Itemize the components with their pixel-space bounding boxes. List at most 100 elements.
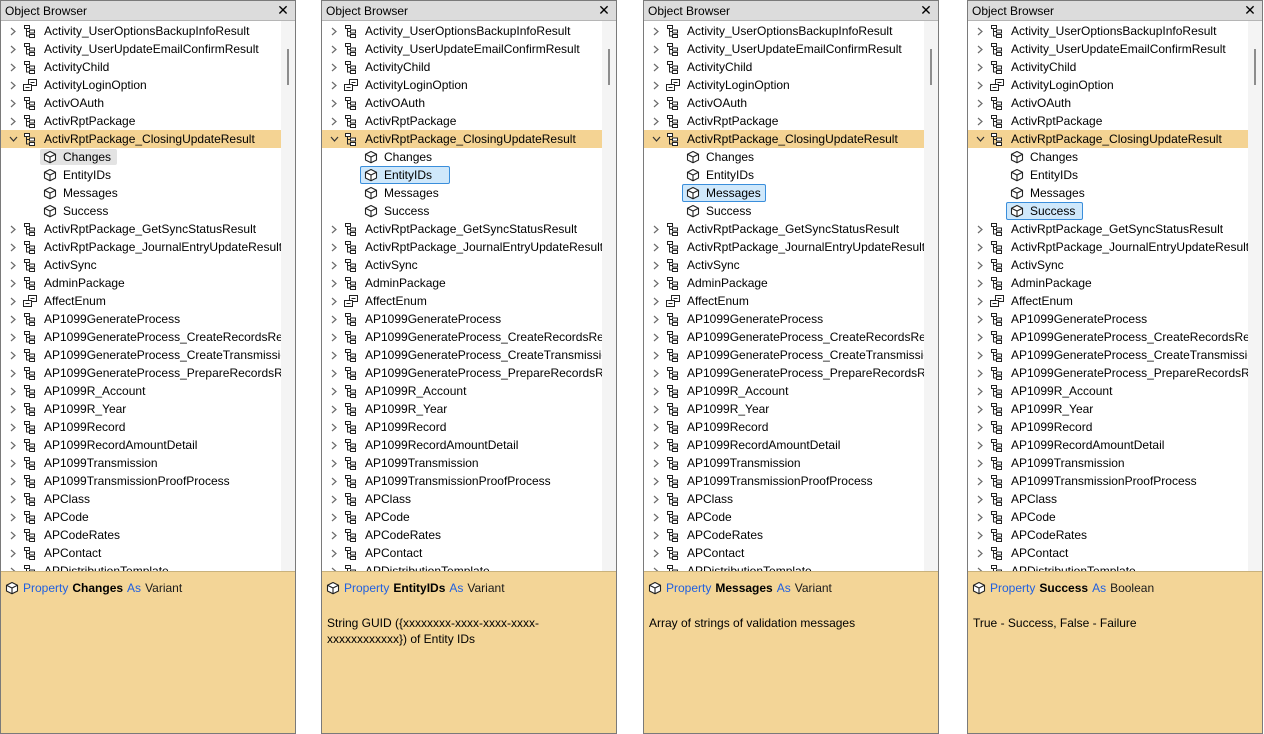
chevron-right-icon[interactable] <box>7 544 19 562</box>
chevron-right-icon[interactable] <box>974 544 986 562</box>
chevron-right-icon[interactable] <box>7 346 19 364</box>
tree-item[interactable]: AP1099R_Account <box>968 382 1248 400</box>
chevron-right-icon[interactable] <box>7 58 19 76</box>
tree-item[interactable]: ActivRptPackage_ClosingUpdateResult <box>644 130 924 148</box>
tree-child-item[interactable]: Success <box>644 202 924 220</box>
chevron-right-icon[interactable] <box>650 472 662 490</box>
tree-item[interactable]: AP1099Record <box>644 418 924 436</box>
chevron-right-icon[interactable] <box>974 292 986 310</box>
vertical-scrollbar[interactable] <box>602 21 616 571</box>
chevron-right-icon[interactable] <box>974 490 986 508</box>
tree-item[interactable]: AP1099TransmissionProofProcess <box>322 472 602 490</box>
tree-item[interactable]: ActivRptPackage_GetSyncStatusResult <box>1 220 281 238</box>
tree-item[interactable]: APDistributionTemplate <box>644 562 924 571</box>
chevron-right-icon[interactable] <box>650 292 662 310</box>
chevron-right-icon[interactable] <box>7 400 19 418</box>
chevron-right-icon[interactable] <box>328 274 340 292</box>
chevron-right-icon[interactable] <box>974 472 986 490</box>
tree-child-item[interactable]: Changes <box>644 148 924 166</box>
tree-item[interactable]: APClass <box>1 490 281 508</box>
chevron-right-icon[interactable] <box>7 364 19 382</box>
tree-item[interactable]: AP1099R_Account <box>322 382 602 400</box>
chevron-right-icon[interactable] <box>328 544 340 562</box>
object-tree[interactable]: Activity_UserOptionsBackupInfoResult Acti… <box>968 21 1248 571</box>
tree-item[interactable]: ActivSync <box>644 256 924 274</box>
chevron-right-icon[interactable] <box>650 328 662 346</box>
tree-item[interactable]: AdminPackage <box>968 274 1248 292</box>
tree-item[interactable]: AP1099Transmission <box>968 454 1248 472</box>
chevron-right-icon[interactable] <box>974 310 986 328</box>
tree-item[interactable]: APClass <box>322 490 602 508</box>
chevron-right-icon[interactable] <box>7 382 19 400</box>
chevron-right-icon[interactable] <box>974 112 986 130</box>
chevron-right-icon[interactable] <box>328 76 340 94</box>
scrollbar-thumb[interactable] <box>608 48 610 85</box>
chevron-right-icon[interactable] <box>7 526 19 544</box>
chevron-right-icon[interactable] <box>328 22 340 40</box>
tree-child-item[interactable]: Success <box>1 202 281 220</box>
tree-item[interactable]: ActivRptPackage <box>644 112 924 130</box>
chevron-right-icon[interactable] <box>974 274 986 292</box>
chevron-right-icon[interactable] <box>650 274 662 292</box>
chevron-right-icon[interactable] <box>650 526 662 544</box>
tree-item[interactable]: AP1099R_Account <box>644 382 924 400</box>
tree-item[interactable]: APContact <box>968 544 1248 562</box>
chevron-right-icon[interactable] <box>7 310 19 328</box>
chevron-right-icon[interactable] <box>328 454 340 472</box>
tree-item[interactable]: ActivOAuth <box>1 94 281 112</box>
chevron-right-icon[interactable] <box>974 382 986 400</box>
tree-item[interactable]: ActivityLoginOption <box>968 76 1248 94</box>
chevron-down-icon[interactable] <box>650 130 662 148</box>
close-button[interactable]: ✕ <box>919 2 933 18</box>
tree-item[interactable]: AdminPackage <box>1 274 281 292</box>
tree-item[interactable]: AP1099GenerateProcess <box>644 310 924 328</box>
tree-item[interactable]: ActivRptPackage <box>322 112 602 130</box>
chevron-right-icon[interactable] <box>7 112 19 130</box>
tree-item[interactable]: AP1099GenerateProcess_PrepareRecordsResu… <box>644 364 924 382</box>
tree-item[interactable]: APDistributionTemplate <box>1 562 281 571</box>
tree-item[interactable]: Activity_UserOptionsBackupInfoResult <box>1 22 281 40</box>
close-button[interactable]: ✕ <box>1243 2 1257 18</box>
chevron-right-icon[interactable] <box>328 400 340 418</box>
tree-item[interactable]: AdminPackage <box>322 274 602 292</box>
tree-item[interactable]: AffectEnum <box>968 292 1248 310</box>
chevron-right-icon[interactable] <box>650 256 662 274</box>
tree-child-item[interactable]: Changes <box>968 148 1248 166</box>
chevron-right-icon[interactable] <box>650 112 662 130</box>
chevron-right-icon[interactable] <box>328 490 340 508</box>
chevron-right-icon[interactable] <box>328 472 340 490</box>
chevron-right-icon[interactable] <box>7 220 19 238</box>
chevron-right-icon[interactable] <box>650 40 662 58</box>
tree-item[interactable]: ActivRptPackage_JournalEntryUpdateResult <box>644 238 924 256</box>
tree-item[interactable]: AP1099GenerateProcess_CreateTransmission… <box>1 346 281 364</box>
chevron-right-icon[interactable] <box>650 238 662 256</box>
tree-item[interactable]: ActivOAuth <box>644 94 924 112</box>
tree-item[interactable]: AP1099Record <box>968 418 1248 436</box>
tree-child-item[interactable]: Messages <box>322 184 602 202</box>
chevron-right-icon[interactable] <box>7 328 19 346</box>
tree-item[interactable]: ActivRptPackage_GetSyncStatusResult <box>322 220 602 238</box>
tree-child-item[interactable]: Changes <box>1 148 281 166</box>
chevron-right-icon[interactable] <box>328 94 340 112</box>
tree-item[interactable]: AP1099R_Year <box>1 400 281 418</box>
chevron-right-icon[interactable] <box>328 58 340 76</box>
chevron-right-icon[interactable] <box>650 58 662 76</box>
tree-item[interactable]: AP1099R_Year <box>968 400 1248 418</box>
scrollbar-thumb[interactable] <box>930 48 932 85</box>
chevron-right-icon[interactable] <box>7 490 19 508</box>
tree-item[interactable]: APCode <box>644 508 924 526</box>
tree-item[interactable]: AP1099RecordAmountDetail <box>968 436 1248 454</box>
tree-item[interactable]: AP1099Record <box>1 418 281 436</box>
chevron-right-icon[interactable] <box>650 418 662 436</box>
chevron-right-icon[interactable] <box>650 454 662 472</box>
tree-item[interactable]: ActivityLoginOption <box>644 76 924 94</box>
tree-item[interactable]: APCodeRates <box>322 526 602 544</box>
chevron-right-icon[interactable] <box>650 76 662 94</box>
tree-item[interactable]: ActivityChild <box>1 58 281 76</box>
tree-item[interactable]: ActivOAuth <box>322 94 602 112</box>
tree-item[interactable]: ActivRptPackage_JournalEntryUpdateResult <box>322 238 602 256</box>
tree-item[interactable]: ActivSync <box>322 256 602 274</box>
tree-item[interactable]: Activity_UserOptionsBackupInfoResult <box>644 22 924 40</box>
vertical-scrollbar[interactable] <box>281 21 295 571</box>
chevron-right-icon[interactable] <box>974 40 986 58</box>
